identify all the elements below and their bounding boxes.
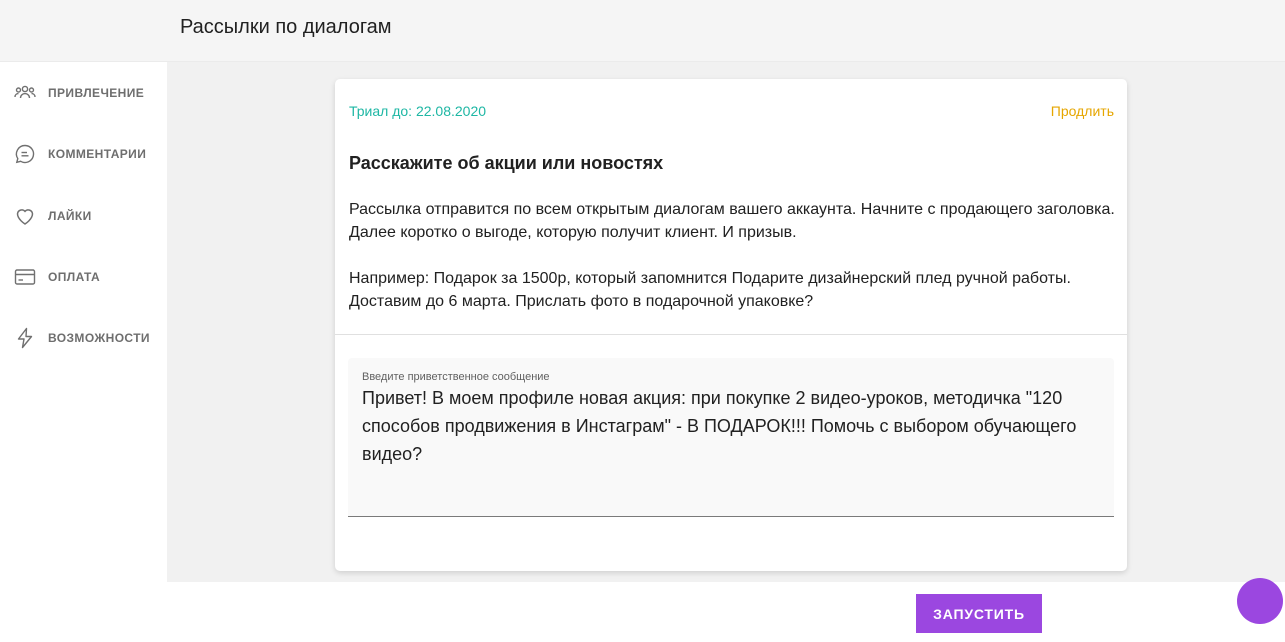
welcome-message-field[interactable]: Введите приветственное сообщение Привет!… — [348, 358, 1114, 517]
sidebar: ПРИВЛЕЧЕНИЕ КОММЕНТАРИИ ЛАЙКИ ОПЛАТА ВОЗ… — [0, 62, 167, 582]
sidebar-item-features[interactable]: ВОЗМОЖНОСТИ — [0, 318, 167, 358]
sidebar-item-label: ОПЛАТА — [48, 270, 101, 284]
sidebar-item-attraction[interactable]: ПРИВЛЕЧЕНИЕ — [0, 73, 167, 113]
users-icon — [12, 80, 38, 106]
extend-link[interactable]: Продлить — [1051, 103, 1114, 119]
divider — [335, 334, 1127, 335]
sidebar-item-label: ПРИВЛЕЧЕНИЕ — [48, 86, 145, 100]
launch-button[interactable]: ЗАПУСТИТЬ — [916, 594, 1042, 633]
example-paragraph: Например: Подарок за 1500р, который запо… — [349, 270, 1071, 310]
sidebar-item-label: ЛАЙКИ — [48, 209, 92, 223]
chat-widget-button[interactable] — [1237, 578, 1283, 624]
card-description: Рассылка отправится по всем открытым диа… — [349, 198, 1119, 313]
sidebar-item-payment[interactable]: ОПЛАТА — [0, 257, 167, 297]
card-heading: Расскажите об акции или новостях — [349, 153, 664, 173]
sidebar-item-comments[interactable]: КОММЕНТАРИИ — [0, 134, 167, 174]
sidebar-item-label: КОММЕНТАРИИ — [48, 147, 147, 161]
broadcast-card: Триал до: 22.08.2020 Продлить Расскажите… — [335, 79, 1127, 571]
field-label: Введите приветственное сообщение — [362, 371, 550, 383]
trial-status: Триал до: 22.08.2020 — [349, 103, 487, 119]
top-bar: Рассылки по диалогам — [0, 0, 1285, 62]
page-title: Рассылки по диалогам — [180, 16, 392, 38]
description-paragraph: Рассылка отправится по всем открытым диа… — [349, 201, 1115, 241]
welcome-message-input[interactable]: Привет! В моем профиле новая акция: при … — [362, 384, 1102, 468]
lightning-icon — [12, 325, 38, 351]
sidebar-item-likes[interactable]: ЛАЙКИ — [0, 196, 167, 236]
comment-icon — [12, 141, 38, 167]
sidebar-item-label: ВОЗМОЖНОСТИ — [48, 331, 150, 345]
heart-icon — [12, 203, 38, 229]
bottom-bar: ЗАПУСТИТЬ — [0, 582, 1285, 642]
credit-card-icon — [12, 264, 38, 290]
